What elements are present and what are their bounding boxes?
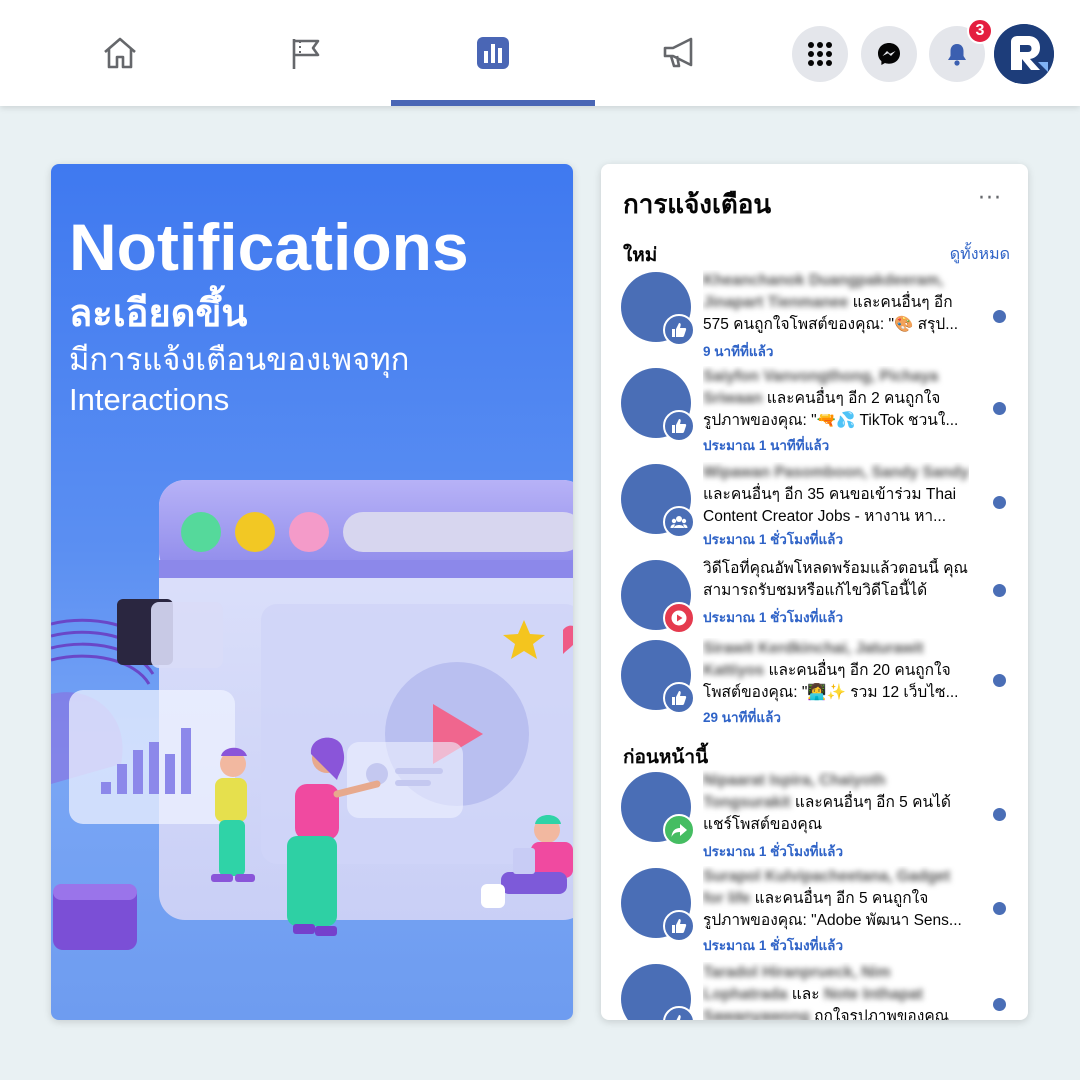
promo-title: Notifications xyxy=(69,210,469,284)
section-new-label: ใหม่ xyxy=(623,245,658,266)
notification-time: 9 นาทีที่แล้ว xyxy=(703,344,774,359)
notification-text: Surapol Kulvipacheetana, Gadget for life… xyxy=(703,868,962,929)
promo-description: มีการแจ้งเตือนของเพจทุก Interactions xyxy=(69,342,410,417)
notifications-button[interactable]: 3 xyxy=(929,18,993,82)
notification-text: Saiyfon Vanvongthong, Pichaya Sriwaan แล… xyxy=(703,368,959,429)
unread-dot xyxy=(993,310,1006,323)
tab-ads[interactable] xyxy=(578,0,782,106)
promo-illustration xyxy=(51,480,573,950)
tab-pages[interactable] xyxy=(204,0,408,106)
unread-dot xyxy=(993,998,1006,1011)
like-icon xyxy=(663,682,695,714)
messenger-icon xyxy=(878,43,900,65)
notification-item[interactable]: Taradol Hiranprueck, Nim Lophatrada และ … xyxy=(601,960,1028,1020)
chart-icon xyxy=(477,37,509,69)
menu-button[interactable] xyxy=(792,26,848,82)
notification-time: ประมาณ 1 ชั่วโมงที่แล้ว xyxy=(703,938,844,953)
notification-item[interactable]: Kheanchanok Duangpakdeeram, Jinapart Tie… xyxy=(601,268,1028,360)
notification-text: Taradol Hiranprueck, Nim Lophatrada และ … xyxy=(703,964,950,1020)
messenger-button[interactable] xyxy=(861,26,917,82)
notification-time: ประมาณ 1 นาทีที่แล้ว xyxy=(703,438,830,453)
notification-item[interactable]: Sirawit Kerdkinchai, Jaturawit Kattiyos … xyxy=(601,636,1028,728)
like-icon xyxy=(663,910,695,942)
profile-logo[interactable] xyxy=(994,24,1054,84)
megaphone-icon xyxy=(663,37,693,68)
home-icon xyxy=(104,37,136,69)
notification-item[interactable]: Saiyfon Vanvongthong, Pichaya Sriwaan แล… xyxy=(601,364,1028,456)
notification-count-badge: 3 xyxy=(967,18,993,44)
group-icon xyxy=(663,506,695,538)
unread-dot xyxy=(993,902,1006,915)
unread-dot xyxy=(993,808,1006,821)
notification-text: Kheanchanok Duangpakdeeram, Jinapart Tie… xyxy=(703,272,959,333)
unread-dot xyxy=(993,584,1006,597)
notifications-panel: การแจ้งเตือน ··· ใหม่ ดูทั้งหมด Kheancha… xyxy=(601,164,1028,1020)
panel-title: การแจ้งเตือน xyxy=(623,189,772,219)
tab-home[interactable] xyxy=(18,0,222,106)
notification-item[interactable]: Surapol Kulvipacheetana, Gadget for life… xyxy=(601,864,1028,956)
notification-item[interactable]: วิดีโอที่คุณอัพโหลดพร้อมแล้วตอนนี้ คุณสา… xyxy=(601,556,1028,648)
flag-icon xyxy=(292,39,320,69)
notification-text: วิดีโอที่คุณอัพโหลดพร้อมแล้วตอนนี้ คุณสา… xyxy=(703,560,968,599)
notification-text: Nipaarat Ispira, Chaiyoth Tongsurakit แล… xyxy=(703,772,951,833)
brand-logo-icon xyxy=(994,24,1054,84)
unread-dot xyxy=(993,496,1006,509)
notification-time: 29 นาทีที่แล้ว xyxy=(703,710,781,725)
notification-time: ประมาณ 1 ชั่วโมงที่แล้ว xyxy=(703,844,844,859)
promo-subtitle: ละเอียดขึ้น xyxy=(69,293,248,335)
notification-text: Wipawan Pasomboon, Sandy Sandy และคนอื่น… xyxy=(703,464,969,525)
like-icon xyxy=(663,314,695,346)
share-icon xyxy=(663,814,695,846)
bell-icon xyxy=(948,44,966,66)
see-all-link[interactable]: ดูทั้งหมด xyxy=(950,242,1010,267)
unread-dot xyxy=(993,674,1006,687)
notification-item[interactable]: Wipawan Pasomboon, Sandy Sandy และคนอื่น… xyxy=(601,460,1028,552)
top-navigation-bar: 3 xyxy=(0,0,1080,106)
promo-banner: Notifications ละเอียดขึ้น มีการแจ้งเตือน… xyxy=(51,164,573,1020)
notification-text: Sirawit Kerdkinchai, Jaturawit Kattiyos … xyxy=(703,640,959,701)
notification-item[interactable]: Nipaarat Ispira, Chaiyoth Tongsurakit แล… xyxy=(601,768,1028,860)
like-icon xyxy=(663,410,695,442)
tab-insights[interactable] xyxy=(391,0,595,106)
video-icon xyxy=(663,602,695,634)
more-options-icon[interactable]: ··· xyxy=(978,186,1002,211)
unread-dot xyxy=(993,402,1006,415)
notification-time: ประมาณ 1 ชั่วโมงที่แล้ว xyxy=(703,610,844,625)
menu-grid-icon xyxy=(808,42,832,66)
notification-time: ประมาณ 1 ชั่วโมงที่แล้ว xyxy=(703,532,844,547)
